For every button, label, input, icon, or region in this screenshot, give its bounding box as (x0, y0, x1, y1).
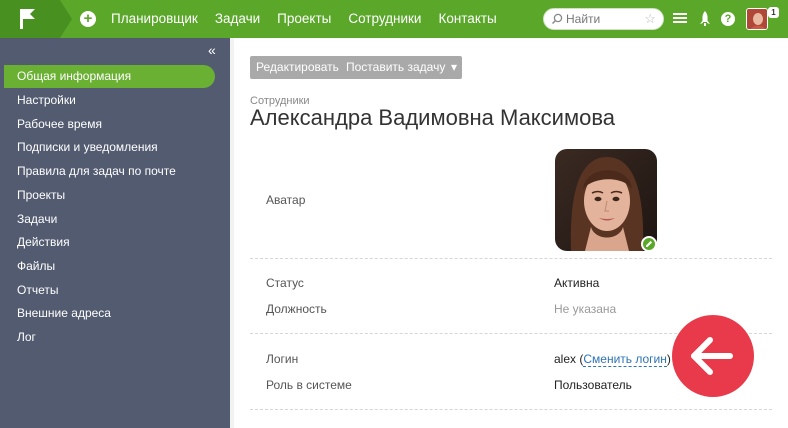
login-paren-close: ) (666, 352, 671, 366)
role-label: Роль в системе (266, 378, 352, 392)
login-label: Логин (266, 352, 299, 366)
main-nav: Планировщик Задачи Проекты Сотрудники Ко… (111, 0, 514, 38)
login-value: alex (554, 352, 577, 366)
logo[interactable] (0, 0, 60, 38)
sidebar: « Общая информация Настройки Рабочее вре… (0, 38, 230, 428)
plus-circle-icon: + (83, 10, 93, 27)
assign-task-button[interactable]: Поставить задачу (340, 56, 452, 79)
sidebar-item-general-info[interactable]: Общая информация (4, 65, 215, 88)
top-bar: + Планировщик Задачи Проекты Сотрудники … (0, 0, 788, 38)
login-value-row: alex (Сменить логин) (554, 352, 671, 367)
help-icon[interactable]: ? (721, 12, 735, 26)
status-label: Статус (266, 276, 304, 290)
sidebar-item-tasks[interactable]: Задачи (4, 208, 215, 231)
sidebar-item-log[interactable]: Лог (4, 326, 215, 349)
edit-avatar-button[interactable] (641, 236, 657, 252)
add-button[interactable]: + (80, 11, 96, 27)
sidebar-item-settings[interactable]: Настройки (4, 89, 215, 112)
search-box: ☆ (543, 8, 664, 30)
callout-arrow (672, 315, 754, 397)
user-avatar-image (747, 9, 767, 29)
divider (250, 409, 772, 410)
sidebar-item-reports[interactable]: Отчеты (4, 279, 215, 302)
edit-button[interactable]: Редактировать (250, 56, 345, 79)
sidebar-item-subscriptions[interactable]: Подписки и уведомления (4, 136, 215, 159)
hamburger-menu-icon[interactable] (673, 11, 687, 25)
nav-employees[interactable]: Сотрудники (348, 0, 421, 38)
sidebar-item-work-time[interactable]: Рабочее время (4, 113, 215, 136)
change-login-link[interactable]: Сменить логин (583, 352, 667, 367)
double-chevron-left-icon[interactable]: « (208, 42, 216, 58)
status-value: Активна (554, 276, 600, 290)
nav-contacts[interactable]: Контакты (438, 0, 496, 38)
divider (250, 258, 772, 259)
nav-projects[interactable]: Проекты (277, 0, 331, 38)
sidebar-item-actions[interactable]: Действия (4, 231, 215, 254)
role-value: Пользователь (554, 378, 632, 392)
sidebar-item-files[interactable]: Файлы (4, 255, 215, 278)
avatar[interactable] (746, 8, 768, 30)
avatar-label: Аватар (266, 193, 306, 207)
page-title: Александра Вадимовна Максимова (250, 105, 616, 130)
logo-arrow (60, 0, 72, 38)
position-value: Не указана (554, 302, 617, 316)
nav-tasks[interactable]: Задачи (215, 0, 260, 38)
arrow-left-icon (691, 337, 733, 375)
search-input[interactable] (566, 11, 638, 27)
profile-photo-image (555, 149, 657, 251)
pencil-icon (646, 241, 652, 247)
flag-logo-icon (20, 9, 35, 29)
search-icon (552, 13, 563, 24)
star-icon[interactable]: ☆ (644, 12, 656, 26)
profile-photo[interactable] (555, 149, 657, 251)
position-label: Должность (266, 302, 327, 316)
notification-badge: 1 (768, 7, 779, 18)
sidebar-item-external-addresses[interactable]: Внешние адреса (4, 302, 215, 325)
more-dropdown-button[interactable]: ▾ (446, 56, 463, 79)
sidebar-item-email-rules[interactable]: Правила для задач по почте (4, 160, 215, 183)
rocket-icon[interactable] (699, 11, 711, 27)
sidebar-item-projects[interactable]: Проекты (4, 184, 215, 207)
nav-planner[interactable]: Планировщик (111, 0, 198, 38)
